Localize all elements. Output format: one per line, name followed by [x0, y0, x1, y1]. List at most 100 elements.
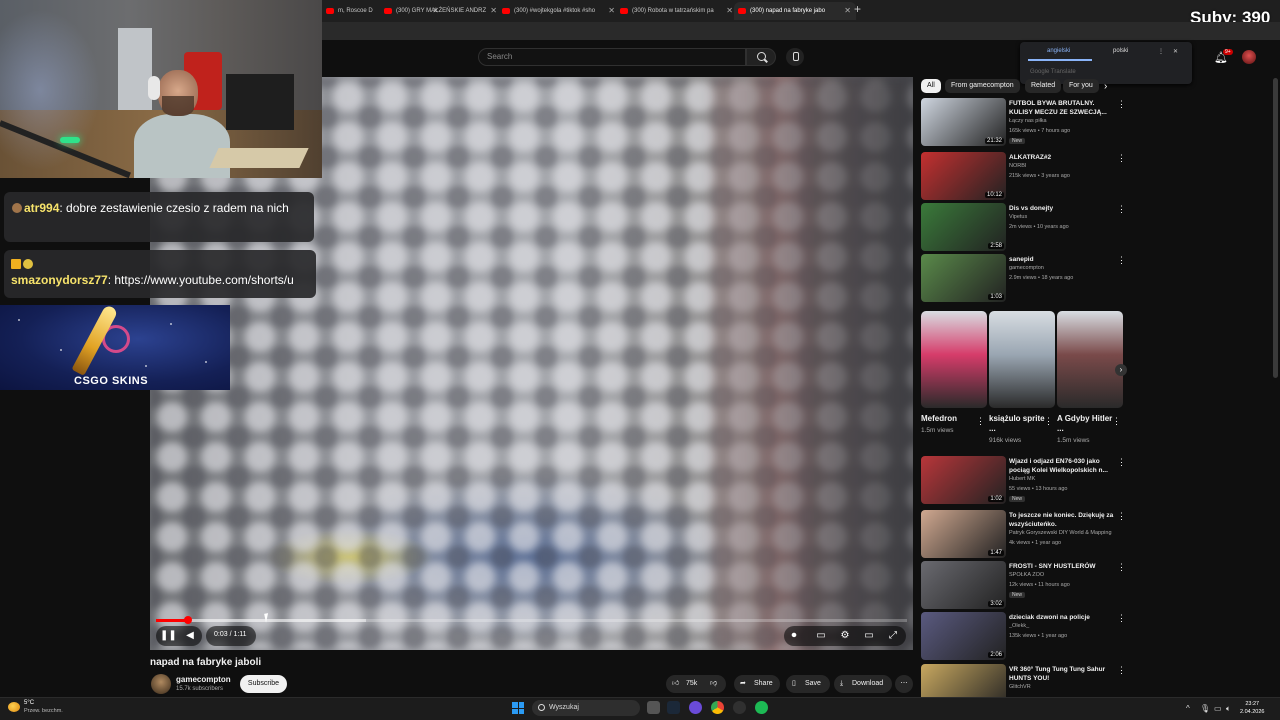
video-thumbnail[interactable]: 21:32 [921, 98, 1006, 146]
video-thumbnail[interactable]: 10:12 [921, 152, 1006, 200]
recommendation-title[interactable]: Wjazd i odjazd EN76-030 jako pociąg Kole… [1009, 457, 1114, 475]
tab-close-icon[interactable]: ✕ [490, 2, 497, 20]
task-view-icon[interactable] [647, 701, 660, 714]
recommendation-item[interactable]: 2:06 dzieciak dzwoni na policje _Olekk_ 135… [921, 612, 1126, 660]
more-options-icon[interactable]: ⋮ [1117, 204, 1126, 215]
tab-close-icon[interactable]: ✕ [726, 2, 733, 20]
recommendation-item[interactable]: 1:03 sanepid gamecompton 2.9m views • 18 ye… [921, 254, 1126, 302]
more-options-icon[interactable]: ⋮ [1117, 562, 1126, 573]
translate-target-lang-tab[interactable]: polski [1113, 48, 1128, 54]
discord-icon[interactable] [689, 701, 702, 714]
progress-scrubber[interactable] [183, 616, 192, 624]
short-thumbnail[interactable] [1057, 311, 1123, 408]
video-thumbnail[interactable]: 2:58 [921, 203, 1006, 251]
recommendation-item[interactable]: 21:32 FUTBOL BYWA BRUTALNY. KULISY MECZU … [921, 98, 1126, 146]
subtitles-icon[interactable]: ▭ [815, 630, 827, 642]
short-title[interactable]: Mefedron [921, 414, 977, 424]
recommendation-channel[interactable]: Łączy nas piłka [1009, 118, 1124, 124]
translate-close-icon[interactable]: ✕ [1173, 48, 1178, 55]
volume-icon[interactable]: ◀ [184, 630, 196, 642]
subscribe-button[interactable]: Subscribe [240, 675, 287, 693]
tab-close-icon[interactable]: ✕ [608, 2, 615, 20]
voice-search-button[interactable] [786, 48, 804, 66]
browser-tab[interactable]: (300) Robota w tatrzańskim pa ✕ [616, 2, 738, 20]
recommendation-channel[interactable]: _Olekk_ [1009, 623, 1124, 629]
filter-chip[interactable]: From gamecompton [945, 79, 1020, 93]
tab-close-icon[interactable]: ✕ [844, 2, 851, 20]
search-button[interactable] [746, 48, 776, 66]
recommendation-item[interactable]: 3:02 FROSTI - SNY HUSTLERÓW SPÓŁKA ZOO 12k … [921, 561, 1126, 609]
video-thumbnail[interactable]: 2:06 [921, 612, 1006, 660]
more-options-icon[interactable]: ⋮ [976, 416, 985, 427]
spotify-icon[interactable] [755, 701, 768, 714]
system-clock[interactable]: 23:27 2.04.2026 [1240, 700, 1264, 716]
steam-icon[interactable] [667, 701, 680, 714]
chrome-icon[interactable] [711, 701, 724, 714]
recommendation-title[interactable]: sanepid [1009, 255, 1114, 264]
search-input[interactable]: Search [478, 48, 746, 66]
recommendation-title[interactable]: FROSTI - SNY HUSTLERÓW [1009, 562, 1114, 571]
video-thumbnail[interactable]: 1:03 [921, 254, 1006, 302]
more-options-icon[interactable]: ⋮ [1117, 153, 1126, 164]
video-thumbnail[interactable]: 1:02 [921, 456, 1006, 504]
recommendation-channel[interactable]: NORBI [1009, 163, 1124, 169]
network-icon[interactable]: ▭ [1214, 704, 1222, 713]
translate-source-lang-tab[interactable]: angielski [1047, 48, 1070, 54]
account-avatar[interactable] [1242, 50, 1256, 64]
save-button[interactable]: ▯ Save [786, 675, 830, 693]
chips-next-icon[interactable]: › [1104, 81, 1107, 92]
more-options-icon[interactable]: ⋮ [1117, 457, 1126, 468]
autoplay-toggle-icon[interactable]: ⏺ [788, 630, 800, 642]
start-button[interactable] [512, 702, 524, 714]
recommendation-channel[interactable]: Patryk Goryszewski DIY World & Mapping [1009, 530, 1124, 536]
recommendation-item[interactable]: 1:02 Wjazd i odjazd EN76-030 jako pociąg … [921, 456, 1126, 504]
browser-tab[interactable]: (300) #wojtekgola #tiktok #sho ✕ [498, 2, 620, 20]
more-options-icon[interactable]: ⋮ [1044, 416, 1053, 427]
weather-icon[interactable] [8, 702, 20, 712]
shorts-next-icon[interactable]: › [1115, 364, 1127, 376]
recommendation-channel[interactable]: GlitchVR [1009, 684, 1124, 690]
recommendation-item[interactable]: 2:58 Dis vs donejty Vipetus 2m views • 10 y… [921, 203, 1126, 251]
microphone-tray-icon[interactable]: 🎙︎ [1200, 704, 1210, 713]
more-options-icon[interactable]: ⋮ [1117, 99, 1126, 110]
like-icon[interactable]: 👍︎ [672, 675, 679, 693]
browser-tab-active[interactable]: (300) napad na fabryke jabo ✕ [734, 2, 856, 20]
short-thumbnail[interactable] [921, 311, 987, 408]
download-button[interactable]: ⤓ Download [834, 675, 892, 693]
recommendation-channel[interactable]: Vipetus [1009, 214, 1124, 220]
fullscreen-icon[interactable]: ⤢ [887, 630, 899, 642]
speaker-icon[interactable]: 🔈︎ [1226, 704, 1231, 714]
recommendation-item[interactable]: 1:47 To jeszcze nie koniec. Dziękuję za w… [921, 510, 1126, 558]
more-options-icon[interactable]: ⋮ [1112, 416, 1121, 427]
more-options-icon[interactable]: ⋮ [1117, 511, 1126, 522]
pause-button[interactable]: ❚❚ [160, 630, 177, 642]
translate-more-icon[interactable]: ⋮ [1158, 48, 1164, 55]
channel-avatar[interactable] [151, 674, 171, 694]
video-thumbnail[interactable]: 1:47 [921, 510, 1006, 558]
recommendation-title[interactable]: ALKATRAZ#2 [1009, 153, 1114, 162]
recommendation-title[interactable]: VR 360° Tung Tung Tung Sahur HUNTS YOU! [1009, 665, 1114, 683]
channel-name[interactable]: gamecompton [176, 675, 231, 684]
settings-gear-icon[interactable]: ⚙ [839, 630, 851, 642]
obs-icon[interactable] [733, 701, 746, 714]
more-options-icon[interactable]: ⋮ [1117, 255, 1126, 266]
recommendation-title[interactable]: To jeszcze nie koniec. Dziękuję za wszyś… [1009, 511, 1114, 529]
taskbar-search[interactable]: Wyszukaj [532, 700, 640, 716]
share-button[interactable]: ➦ Share [734, 675, 780, 693]
short-thumbnail[interactable] [989, 311, 1055, 408]
short-title[interactable]: książulo sprite ... [989, 414, 1045, 434]
recommendation-item[interactable]: 10:12 ALKATRAZ#2 NORBI 215k views • 3 years… [921, 152, 1126, 200]
page-scrollbar[interactable] [1273, 78, 1278, 378]
weather-description[interactable]: Przew. bezchm. [24, 708, 63, 714]
filter-chip[interactable]: For you [1063, 79, 1099, 93]
dislike-icon[interactable]: 👎︎ [710, 675, 717, 693]
recommendation-channel[interactable]: gamecompton [1009, 265, 1124, 271]
like-count[interactable]: 75k [686, 675, 697, 693]
tray-chevron-icon[interactable]: ^ [1186, 704, 1190, 713]
recommendation-channel[interactable]: SPÓŁKA ZOO [1009, 572, 1124, 578]
theater-mode-icon[interactable]: ▭ [863, 630, 875, 642]
more-actions-icon[interactable]: ⋯ [895, 675, 913, 693]
video-thumbnail[interactable]: 3:02 [921, 561, 1006, 609]
filter-chip[interactable]: Related [1025, 79, 1062, 93]
weather-temperature[interactable]: 5°C [24, 700, 34, 706]
